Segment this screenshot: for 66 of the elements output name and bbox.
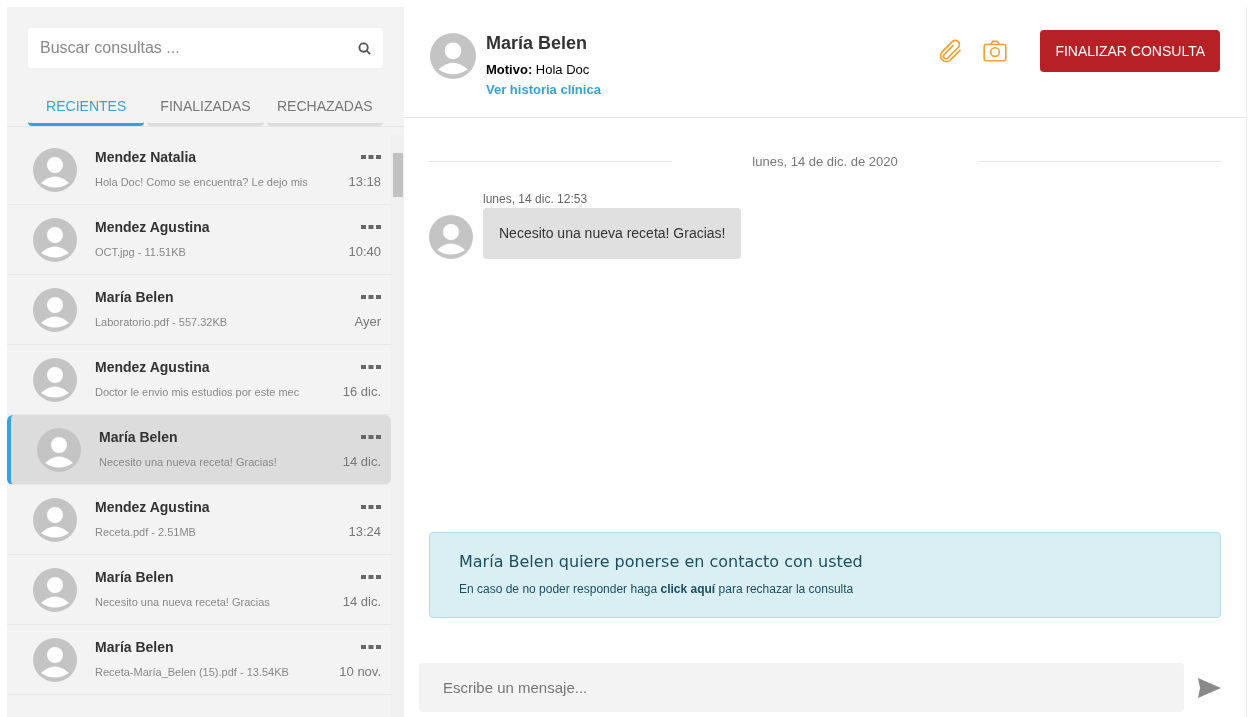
more-icon	[361, 155, 381, 161]
avatar-icon	[33, 357, 77, 402]
conversation-item[interactable]: María Belen Receta-María_Belen (15).pdf - 13.54KB 10 nov.	[7, 625, 391, 695]
avatar-icon	[33, 217, 77, 262]
contact-name: María Belen	[99, 428, 178, 448]
camera-icon[interactable]	[982, 38, 1009, 64]
more-icon	[361, 295, 381, 301]
more-icon	[361, 365, 381, 371]
avatar-icon	[33, 637, 77, 682]
message-time: 10:40	[348, 243, 381, 262]
message-time: 16 dic.	[342, 383, 381, 402]
contact-name: Mendez Agustina	[95, 218, 210, 238]
notice-title: María Belen quiere ponerse en contacto con usted	[459, 551, 864, 573]
contact-name: Mendez Agustina	[95, 358, 210, 378]
message-preview: Laboratorio.pdf - 557.32KB	[95, 314, 228, 330]
notice-text: En caso de no poder responder haga click aquí para rechazar la consulta	[459, 581, 855, 598]
date-divider: lunes, 14 de dic. de 2020	[751, 153, 899, 171]
more-icon	[361, 575, 381, 581]
avatar-icon	[33, 567, 77, 612]
message-preview: OCT.jpg - 11.51KB	[95, 244, 186, 260]
more-icon	[361, 645, 381, 651]
reason-label: Motivo:	[486, 62, 533, 77]
more-icon	[361, 505, 381, 511]
avatar-icon	[33, 287, 77, 332]
conversation-item[interactable]: María Belen Necesito una nueva receta! Gracias 14 dic.	[7, 555, 391, 625]
avatar-icon	[429, 214, 473, 259]
more-icon	[361, 435, 381, 441]
contact-name: Mendez Agustina	[95, 498, 210, 518]
message-time: 10 nov.	[339, 663, 381, 682]
contact-name: María Belen	[95, 568, 174, 588]
avatar-icon	[430, 33, 476, 79]
contact-name: Mendez Natalia	[95, 148, 197, 168]
message-time: Ayer	[354, 313, 381, 332]
conversation-item[interactable]: María Belen Laboratorio.pdf - 557.32KB Ayer	[7, 275, 391, 345]
message-time: 13:24	[348, 523, 381, 542]
patient-name: María Belen	[486, 32, 589, 55]
conversation-item[interactable]: Mendez Agustina Receta.pdf - 2.51MB 13:24	[7, 485, 391, 555]
tab[interactable]: FINALIZADAS	[147, 90, 264, 126]
reject-link[interactable]: click aquí	[660, 582, 716, 596]
message-time: 14 dic.	[342, 453, 381, 472]
tab[interactable]: RECHAZADAS	[266, 90, 383, 126]
message-time: 14 dic.	[342, 593, 381, 612]
message-preview: Necesito una nueva receta! Gracias	[95, 594, 270, 610]
conversation-item[interactable]: Mendez Natalia Hola Doc! Como se encuentra? Le dejo mis 13:18	[7, 135, 391, 205]
message-preview: Receta-María_Belen (15).pdf - 13.54KB	[95, 664, 289, 680]
conversation-item[interactable]: Mendez Agustina OCT.jpg - 11.51KB 10:40	[7, 205, 391, 275]
finish-consultation-button[interactable]: FINALIZAR CONSULTA	[1040, 30, 1220, 72]
message-timestamp: lunes, 14 dic. 12:53	[483, 190, 589, 208]
message-preview: Doctor le envio mis estudios por este mec	[95, 384, 300, 400]
more-icon	[361, 225, 381, 231]
message-time: 13:18	[348, 173, 381, 192]
search-field[interactable]: Buscar consultas ...	[28, 28, 383, 68]
contact-name: María Belen	[95, 638, 174, 658]
message-input[interactable]: Escribe un mensaje...	[419, 663, 1184, 712]
avatar-icon	[37, 427, 81, 472]
message-preview: Hola Doc! Como se encuentra? Le dejo mis	[95, 174, 308, 190]
message-preview: Necesito una nueva receta! Gracias!	[99, 454, 277, 470]
contact-name: María Belen	[95, 288, 174, 308]
avatar-icon	[33, 497, 77, 542]
avatar-icon	[33, 147, 77, 192]
message-preview: Receta.pdf - 2.51MB	[95, 524, 196, 540]
search-icon	[358, 42, 371, 55]
send-icon[interactable]	[1198, 677, 1221, 698]
conversation-item[interactable]: María Belen Necesito una nueva receta! Gracias! 14 dic.	[7, 415, 391, 485]
message-bubble: Necesito una nueva receta! Gracias!	[483, 207, 742, 259]
reason-text: Hola Doc	[535, 62, 590, 77]
